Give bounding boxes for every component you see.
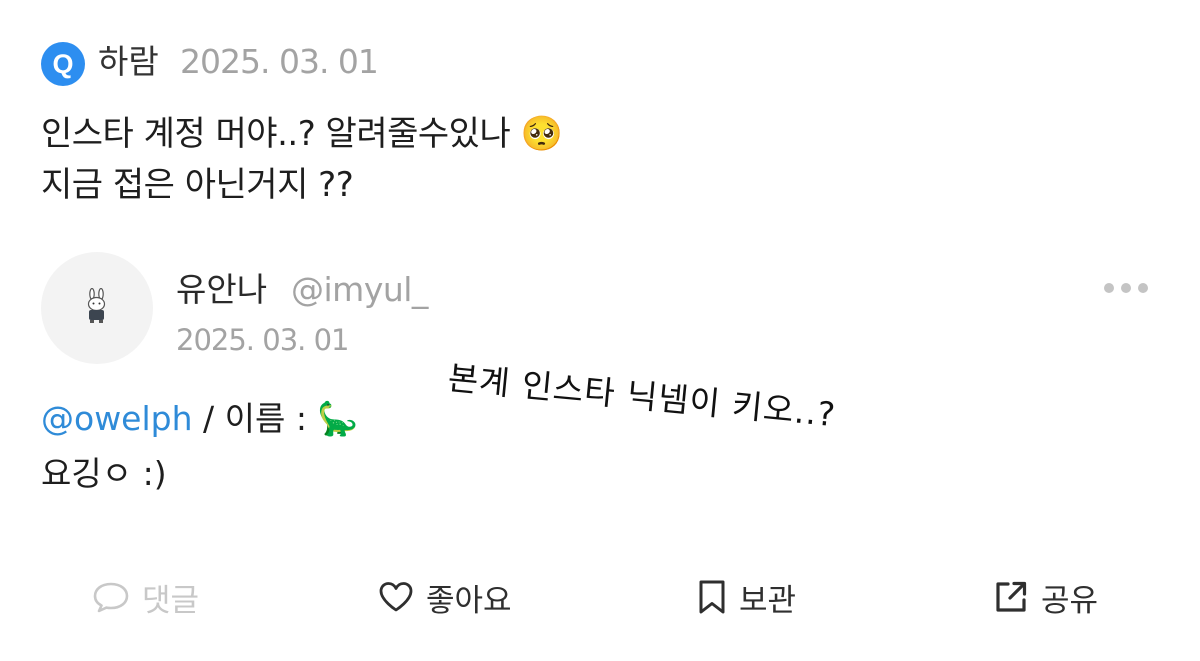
answer-text-line-2: 요깅ㅇ :) <box>41 454 167 493</box>
mention-link[interactable]: @owelph <box>41 399 193 438</box>
question-text-line-1: 인스타 계정 머야..? 알려줄수있나 🥺 <box>41 114 563 154</box>
bookmark-icon <box>699 580 725 614</box>
question-badge-label: Q <box>52 48 74 79</box>
comment-bubble-icon <box>93 582 129 613</box>
save-label: 보관 <box>739 582 797 619</box>
like-label: 좋아요 <box>426 582 512 619</box>
question-author[interactable]: 하람 <box>98 40 159 84</box>
more-options-icon[interactable] <box>1104 278 1148 298</box>
answer-text-line-1-rest: / 이름 : 🦕 <box>192 399 359 438</box>
answer-date: 2025. 03. 01 <box>176 323 349 357</box>
question-text-line-2: 지금 접은 아닌거지 ?? <box>41 165 354 205</box>
answer-author-handle[interactable]: @imyul_ <box>291 268 428 312</box>
share-button[interactable]: 공유 <box>993 574 1098 620</box>
comment-label: 댓글 <box>142 582 200 619</box>
like-button[interactable]: 좋아요 <box>378 574 512 620</box>
question-date: 2025. 03. 01 <box>180 42 379 81</box>
save-button[interactable]: 보관 <box>697 574 796 620</box>
question-badge: Q <box>41 42 85 86</box>
overlay-caption: 본계 인스타 닉넴이 키오..? <box>446 358 838 435</box>
share-icon <box>996 581 1027 612</box>
answer-author-name[interactable]: 유안나 <box>176 268 267 312</box>
bunny-avatar-icon <box>87 288 106 323</box>
comment-button[interactable]: 댓글 <box>92 574 199 620</box>
answer-text-line-1: @owelph / 이름 : 🦕 <box>41 397 359 441</box>
avatar[interactable] <box>41 252 153 364</box>
share-label: 공유 <box>1041 582 1099 619</box>
heart-icon <box>379 582 413 612</box>
